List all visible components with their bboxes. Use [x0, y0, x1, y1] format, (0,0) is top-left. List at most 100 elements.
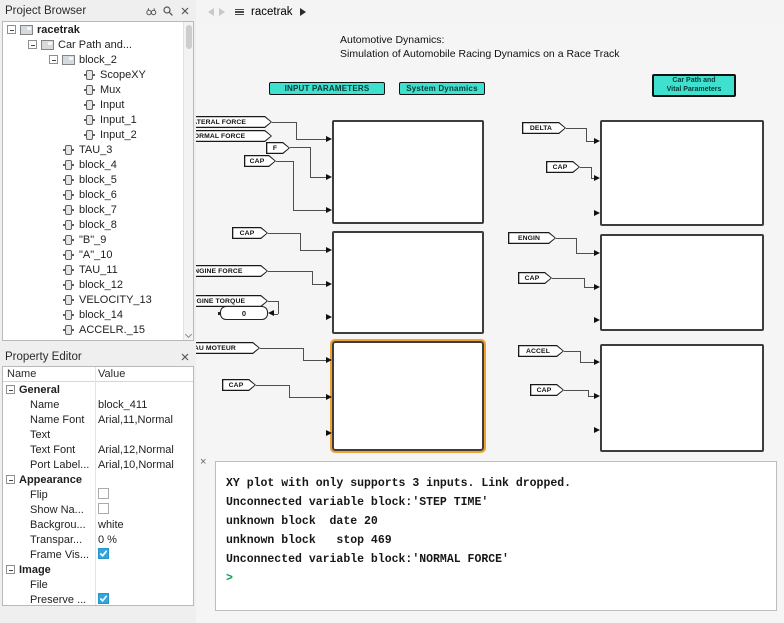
- checkbox-unchecked[interactable]: [98, 503, 109, 514]
- project-browser-close-icon[interactable]: [178, 4, 191, 17]
- section-label-car-path[interactable]: Car Path and Vital Parameters: [652, 74, 736, 97]
- tree-item-input-2[interactable]: Input_2: [3, 127, 193, 142]
- tree-expander-icon[interactable]: [28, 40, 37, 49]
- tree-item-input[interactable]: Input: [3, 97, 193, 112]
- property-value[interactable]: [95, 503, 109, 517]
- variable-tag-cap_a[interactable]: CAP: [244, 155, 276, 167]
- section-label-input-parameters[interactable]: INPUT PARAMETERS: [269, 82, 385, 95]
- checkbox-checked[interactable]: [98, 593, 109, 604]
- variable-tag-cap_c[interactable]: CAP: [222, 379, 256, 391]
- forward-icon[interactable]: [219, 8, 225, 16]
- tree-item-racetrak[interactable]: racetrak: [3, 22, 193, 37]
- tree-scroll-down-icon[interactable]: [185, 331, 192, 338]
- diagram-list-icon[interactable]: [235, 8, 244, 17]
- variable-tag-tau_moteur[interactable]: TAU MOTEUR: [196, 342, 260, 354]
- input-port-icon: [594, 284, 600, 290]
- tree-item-block-5[interactable]: block_5: [3, 172, 193, 187]
- variable-tag-delta[interactable]: DELTA: [522, 122, 566, 134]
- section-label-system-dynamics[interactable]: System Dynamics: [399, 82, 485, 95]
- tree-item-label: Car Path and...: [58, 39, 132, 51]
- property-row-image: Image: [3, 562, 193, 577]
- group-expander-icon[interactable]: [6, 565, 15, 574]
- wire-segment: [580, 167, 591, 168]
- property-value[interactable]: Arial,10,Normal: [95, 459, 174, 471]
- diagram-canvas[interactable]: Automotive Dynamics: Simulation of Autom…: [196, 24, 784, 623]
- superblock[interactable]: [332, 231, 484, 334]
- find-icon[interactable]: [144, 4, 157, 17]
- superblock[interactable]: [600, 120, 764, 226]
- input-port-icon: [326, 394, 332, 400]
- tree-item--a-10[interactable]: "A"_10: [3, 247, 193, 262]
- property-value[interactable]: Arial,11,Normal: [95, 414, 173, 426]
- tree-item-label: TAU_11: [79, 264, 118, 276]
- variable-tag-normal[interactable]: NORMAL FORCE: [196, 130, 272, 142]
- tree-item-block-14[interactable]: block_14: [3, 307, 193, 322]
- variable-tag-engine_force[interactable]: ENGINE FORCE: [196, 265, 268, 277]
- wire-segment: [272, 122, 296, 123]
- tree-item-tau-3[interactable]: TAU_3: [3, 142, 193, 157]
- tree-scrollbar-thumb[interactable]: [186, 25, 192, 49]
- tree-item-mux[interactable]: Mux: [3, 82, 193, 97]
- variable-tag-lateral[interactable]: LATERAL FORCE: [196, 116, 272, 128]
- tree-item-block-8[interactable]: block_8: [3, 217, 193, 232]
- group-expander-icon[interactable]: [6, 385, 15, 394]
- variable-tag-cap_b[interactable]: CAP: [232, 227, 268, 239]
- tree-item-block-12[interactable]: block_12: [3, 277, 193, 292]
- tree-item-block-6[interactable]: block_6: [3, 187, 193, 202]
- tree-item--b-9[interactable]: "B"_9: [3, 232, 193, 247]
- breadcrumb[interactable]: racetrak: [251, 6, 293, 18]
- tree-item-block-4[interactable]: block_4: [3, 157, 193, 172]
- superblock[interactable]: [600, 344, 764, 452]
- tag-label: CAP: [518, 272, 552, 284]
- variable-tag-accel[interactable]: ACCEL: [518, 345, 564, 357]
- property-name: General: [3, 384, 95, 396]
- tree-expander-icon[interactable]: [49, 55, 58, 64]
- checkbox-unchecked[interactable]: [98, 488, 109, 499]
- column-divider[interactable]: [95, 367, 96, 605]
- property-value[interactable]: [95, 488, 109, 502]
- breadcrumb-expand-icon[interactable]: [300, 8, 306, 16]
- property-editor-header: Property Editor: [0, 346, 196, 367]
- superblock-selected[interactable]: [332, 341, 484, 451]
- property-editor-close-icon[interactable]: [178, 350, 191, 363]
- property-value[interactable]: white: [95, 519, 124, 531]
- back-icon[interactable]: [208, 8, 214, 16]
- variable-tag-engin[interactable]: ENGIN: [508, 232, 556, 244]
- variable-tag-cap_f[interactable]: CAP: [530, 384, 564, 396]
- console-message: XY plot with only supports 3 inputs. Lin…: [226, 474, 776, 493]
- superblock[interactable]: [600, 234, 764, 331]
- input-port-icon: [594, 393, 600, 399]
- property-name: File: [3, 579, 95, 591]
- property-row-name-font: Name FontArial,11,Normal: [3, 412, 193, 427]
- tree-item-label: block_6: [79, 189, 117, 201]
- property-value[interactable]: block_411: [95, 399, 147, 411]
- property-value[interactable]: 0 %: [95, 534, 117, 546]
- console-panel[interactable]: XY plot with only supports 3 inputs. Lin…: [215, 461, 777, 611]
- variable-tag-tf[interactable]: F: [266, 142, 290, 154]
- property-value[interactable]: [95, 593, 109, 606]
- variable-tag-cap_d[interactable]: CAP: [546, 161, 580, 173]
- search-icon[interactable]: [161, 4, 174, 17]
- input-port-icon: [326, 357, 332, 363]
- project-tree[interactable]: racetrak Car Path and...block_2ScopeXYMux…: [2, 21, 194, 341]
- group-expander-icon[interactable]: [6, 475, 15, 484]
- tree-expander-icon[interactable]: [7, 25, 16, 34]
- diagram-title-line1: Automotive Dynamics:: [340, 34, 620, 48]
- tree-item-tau-11[interactable]: TAU_11: [3, 262, 193, 277]
- tree-item-accelr-15[interactable]: ACCELR._15: [3, 322, 193, 337]
- tree-item-scopexy[interactable]: ScopeXY: [3, 67, 193, 82]
- tree-item-car-path-and-[interactable]: Car Path and...: [3, 37, 193, 52]
- console-close-icon[interactable]: ×: [200, 457, 206, 467]
- tree-item-velocity-13[interactable]: VELOCITY_13: [3, 292, 193, 307]
- checkbox-checked[interactable]: [98, 548, 109, 559]
- tree-scrollbar[interactable]: [183, 22, 193, 340]
- variable-tag-cap_e[interactable]: CAP: [518, 272, 552, 284]
- tree-item-block-2[interactable]: block_2: [3, 52, 193, 67]
- tree-item-block-7[interactable]: block_7: [3, 202, 193, 217]
- tree-item-input-1[interactable]: Input_1: [3, 112, 193, 127]
- property-value[interactable]: [95, 548, 109, 561]
- property-name: Name Font: [3, 414, 95, 426]
- property-value[interactable]: Arial,12,Normal: [95, 444, 174, 456]
- constant-zero-block[interactable]: 0: [220, 306, 268, 320]
- superblock[interactable]: [332, 120, 484, 224]
